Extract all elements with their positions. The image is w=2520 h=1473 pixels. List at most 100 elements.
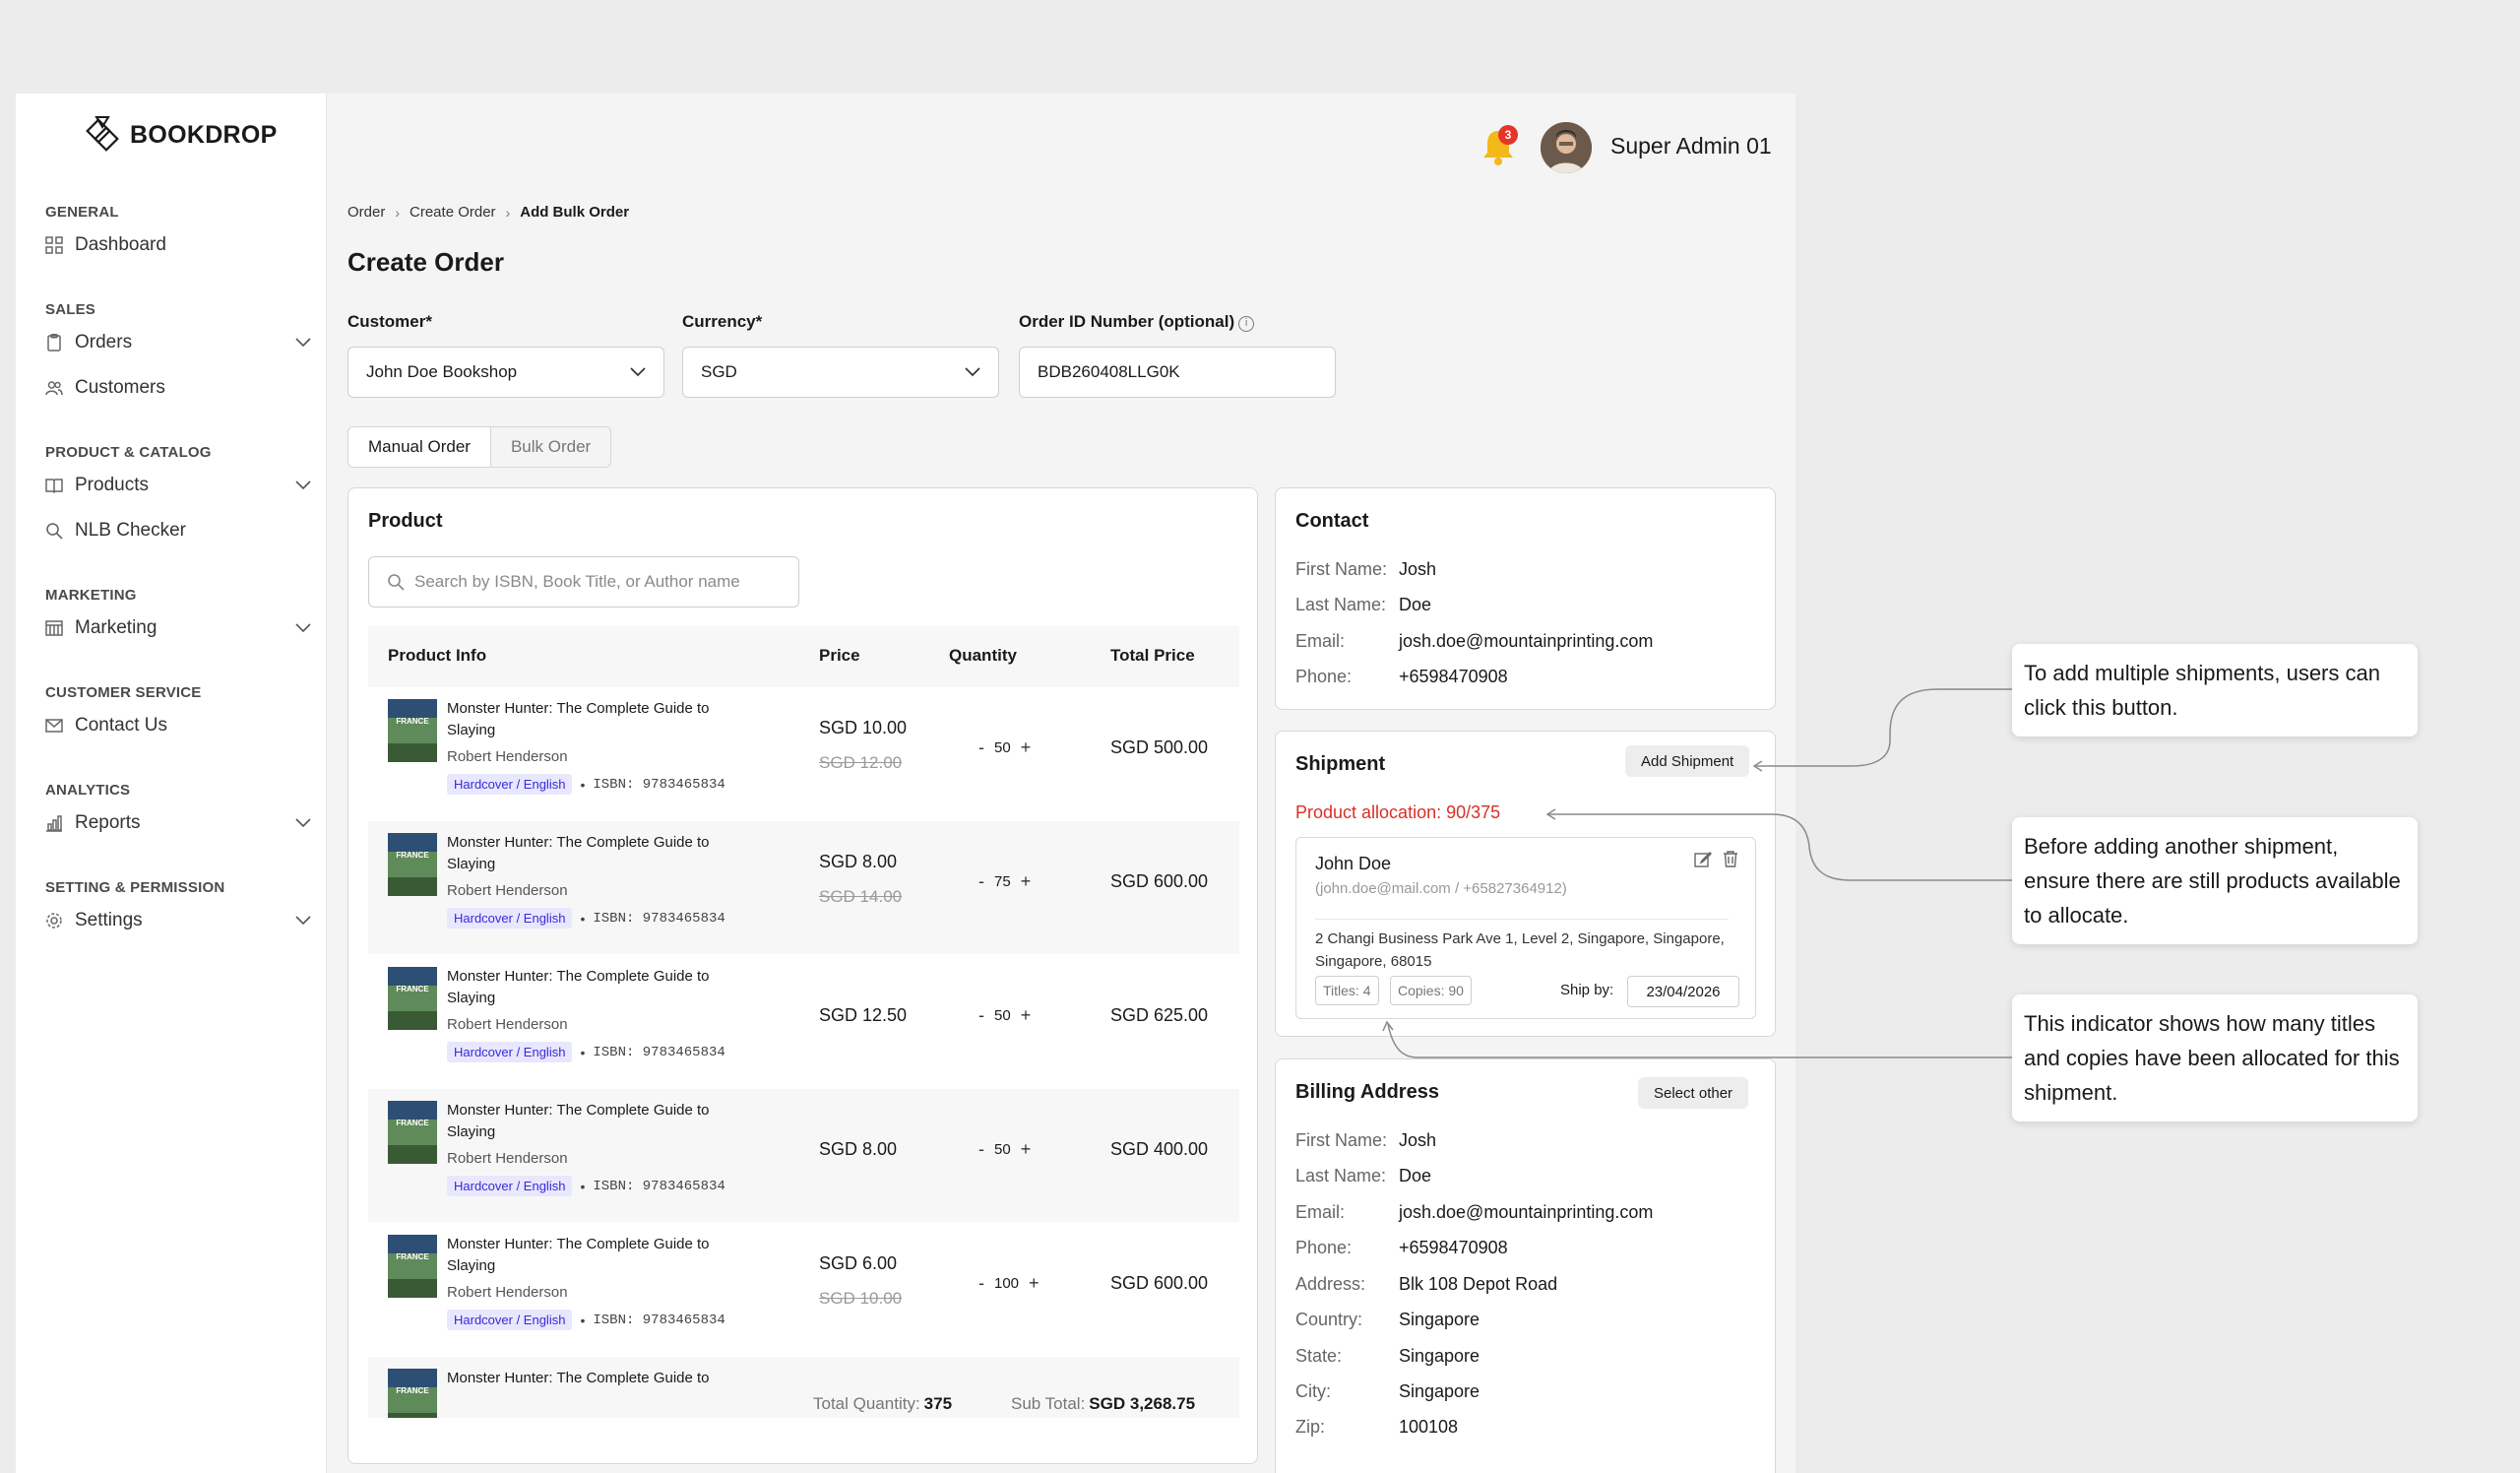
sidebar-item-settings[interactable]: Settings (45, 906, 311, 935)
increment-button[interactable]: + (1021, 737, 1032, 758)
select-other-button[interactable]: Select other (1638, 1077, 1749, 1109)
field-key: Phone: (1295, 667, 1353, 686)
field-key: First Name: (1295, 1130, 1388, 1150)
field-key: State: (1295, 1346, 1343, 1366)
avatar[interactable] (1541, 122, 1592, 173)
chevron-down-icon[interactable] (295, 623, 311, 633)
avatar-photo-icon (1541, 122, 1592, 173)
product-allocation-status: Product allocation: 90/375 (1295, 802, 1501, 822)
annotation-titles-copies: This indicator shows how many titles and… (2012, 994, 2418, 1121)
product-old-price: SGD 12.00 (819, 753, 903, 772)
sidebar-item-label: NLB Checker (75, 520, 186, 541)
field-value: +6598470908 (1399, 667, 1508, 686)
field-value: Josh (1399, 1130, 1437, 1150)
decrement-button[interactable]: - (978, 1273, 984, 1294)
quantity-value[interactable]: 75 (994, 873, 1011, 890)
breadcrumb-item-create-order[interactable]: Create Order (410, 204, 496, 221)
product-table-body: Monster Hunter: The Complete Guide to Sl… (368, 687, 1239, 1418)
field-value: +6598470908 (1399, 1238, 1508, 1257)
sidebar-item-marketing[interactable]: Marketing (45, 613, 311, 643)
sidebar-item-contact-us[interactable]: Contact Us (45, 711, 311, 740)
product-title[interactable]: Monster Hunter: The Complete Guide to Sl… (447, 1100, 752, 1143)
add-shipment-button[interactable]: Add Shipment (1625, 745, 1750, 777)
chevron-right-icon: › (505, 204, 511, 221)
sidebar-item-orders[interactable]: Orders (45, 328, 311, 357)
dot-separator: • (580, 776, 586, 793)
tab-bulk-order[interactable]: Bulk Order (491, 427, 610, 467)
quantity-value[interactable]: 50 (994, 1007, 1011, 1024)
nav-group-title: ANALYTICS (45, 782, 131, 799)
shipment-recipient-contact: (john.doe@mail.com / +65827364912) (1315, 880, 1567, 897)
annotation-allocation: Before adding another shipment, ensure t… (2012, 817, 2418, 944)
breadcrumb-item-current: Add Bulk Order (520, 204, 630, 221)
shipment-card-title: Shipment (1295, 753, 1386, 775)
sub-total: Sub Total: SGD 3,268.75 (1011, 1394, 1195, 1414)
sidebar-item-nlb-checker[interactable]: NLB Checker (45, 516, 311, 545)
nav-group-general: GENERAL Dashboard (45, 204, 311, 276)
product-title[interactable]: Monster Hunter: The Complete Guide to Sl… (447, 698, 752, 741)
chevron-down-icon[interactable] (295, 916, 311, 926)
col-price: Price (819, 646, 860, 665)
quantity-stepper: - 50 + (978, 737, 1031, 758)
product-author: Robert Henderson (447, 1150, 568, 1167)
product-meta: Hardcover / English • ISBN: 9783465834 (447, 1042, 725, 1062)
nav-group-title: MARKETING (45, 587, 137, 604)
decrement-button[interactable]: - (978, 871, 984, 892)
notification-count-badge: 3 (1498, 125, 1518, 145)
quantity-value[interactable]: 100 (994, 1275, 1019, 1292)
trash-icon[interactable] (1722, 850, 1739, 868)
customer-select[interactable]: John Doe Bookshop (347, 347, 664, 398)
book-cover-image (388, 1235, 437, 1298)
product-search-input[interactable]: Search by ISBN, Book Title, or Author na… (368, 556, 799, 608)
sidebar-item-reports[interactable]: Reports (45, 808, 311, 838)
nav-group-customer-service: CUSTOMER SERVICE Contact Us (45, 684, 311, 756)
chevron-down-icon[interactable] (295, 338, 311, 348)
quantity-value[interactable]: 50 (994, 1141, 1011, 1158)
book-cover-image (388, 833, 437, 896)
product-title[interactable]: Monster Hunter: The Complete Guide to (447, 1368, 752, 1389)
search-placeholder: Search by ISBN, Book Title, or Author na… (414, 572, 740, 591)
annotation-add-shipment: To add multiple shipments, users can cli… (2012, 644, 2418, 736)
increment-button[interactable]: + (1029, 1273, 1040, 1294)
shipment-card: Shipment Add Shipment Product allocation… (1275, 731, 1776, 1037)
sidebar-item-products[interactable]: Products (45, 471, 311, 500)
col-total-price: Total Price (1110, 646, 1195, 665)
user-name[interactable]: Super Admin 01 (1610, 133, 1772, 160)
product-title[interactable]: Monster Hunter: The Complete Guide to Sl… (447, 832, 752, 875)
field-key: Email: (1295, 631, 1346, 651)
info-icon[interactable]: i (1238, 316, 1255, 332)
bar-chart-icon (45, 814, 63, 832)
decrement-button[interactable]: - (978, 1139, 984, 1160)
currency-select[interactable]: SGD (682, 347, 999, 398)
increment-button[interactable]: + (1021, 871, 1032, 892)
order-id-label-text: Order ID Number (optional) (1019, 312, 1235, 331)
sidebar-item-customers[interactable]: Customers (45, 373, 311, 403)
product-price: SGD 12.50 (819, 1005, 908, 1025)
field-key: Email: (1295, 1202, 1346, 1222)
tab-manual-order[interactable]: Manual Order (348, 427, 491, 467)
edit-icon[interactable] (1694, 851, 1712, 868)
product-isbn: ISBN: 9783465834 (593, 1178, 725, 1194)
product-title[interactable]: Monster Hunter: The Complete Guide to Sl… (447, 966, 752, 1009)
ship-by-label: Ship by: (1560, 982, 1614, 998)
decrement-button[interactable]: - (978, 1005, 984, 1026)
sidebar-item-dashboard[interactable]: Dashboard (45, 230, 311, 260)
breadcrumb-item-order[interactable]: Order (347, 204, 385, 221)
ship-by-date-input[interactable]: 23/04/2026 (1627, 976, 1739, 1007)
increment-button[interactable]: + (1021, 1139, 1032, 1160)
sidebar-item-label: Products (75, 475, 149, 495)
chevron-down-icon[interactable] (295, 480, 311, 490)
breadcrumb: Order › Create Order › Add Bulk Order (347, 204, 629, 221)
product-isbn: ISBN: 9783465834 (593, 910, 725, 927)
sidebar-item-label: Orders (75, 332, 133, 352)
nav-group-sales: SALES Orders Customers (45, 301, 311, 418)
sub-total-label: Sub Total: (1011, 1394, 1086, 1413)
product-title[interactable]: Monster Hunter: The Complete Guide to Sl… (447, 1234, 752, 1277)
product-price: SGD 8.00 (819, 852, 898, 871)
brand-logo[interactable]: BOOKDROP (83, 113, 278, 157)
order-id-input[interactable]: BDB260408LLG0K (1019, 347, 1336, 398)
quantity-value[interactable]: 50 (994, 739, 1011, 756)
chevron-down-icon[interactable] (295, 818, 311, 828)
increment-button[interactable]: + (1021, 1005, 1032, 1026)
decrement-button[interactable]: - (978, 737, 984, 758)
